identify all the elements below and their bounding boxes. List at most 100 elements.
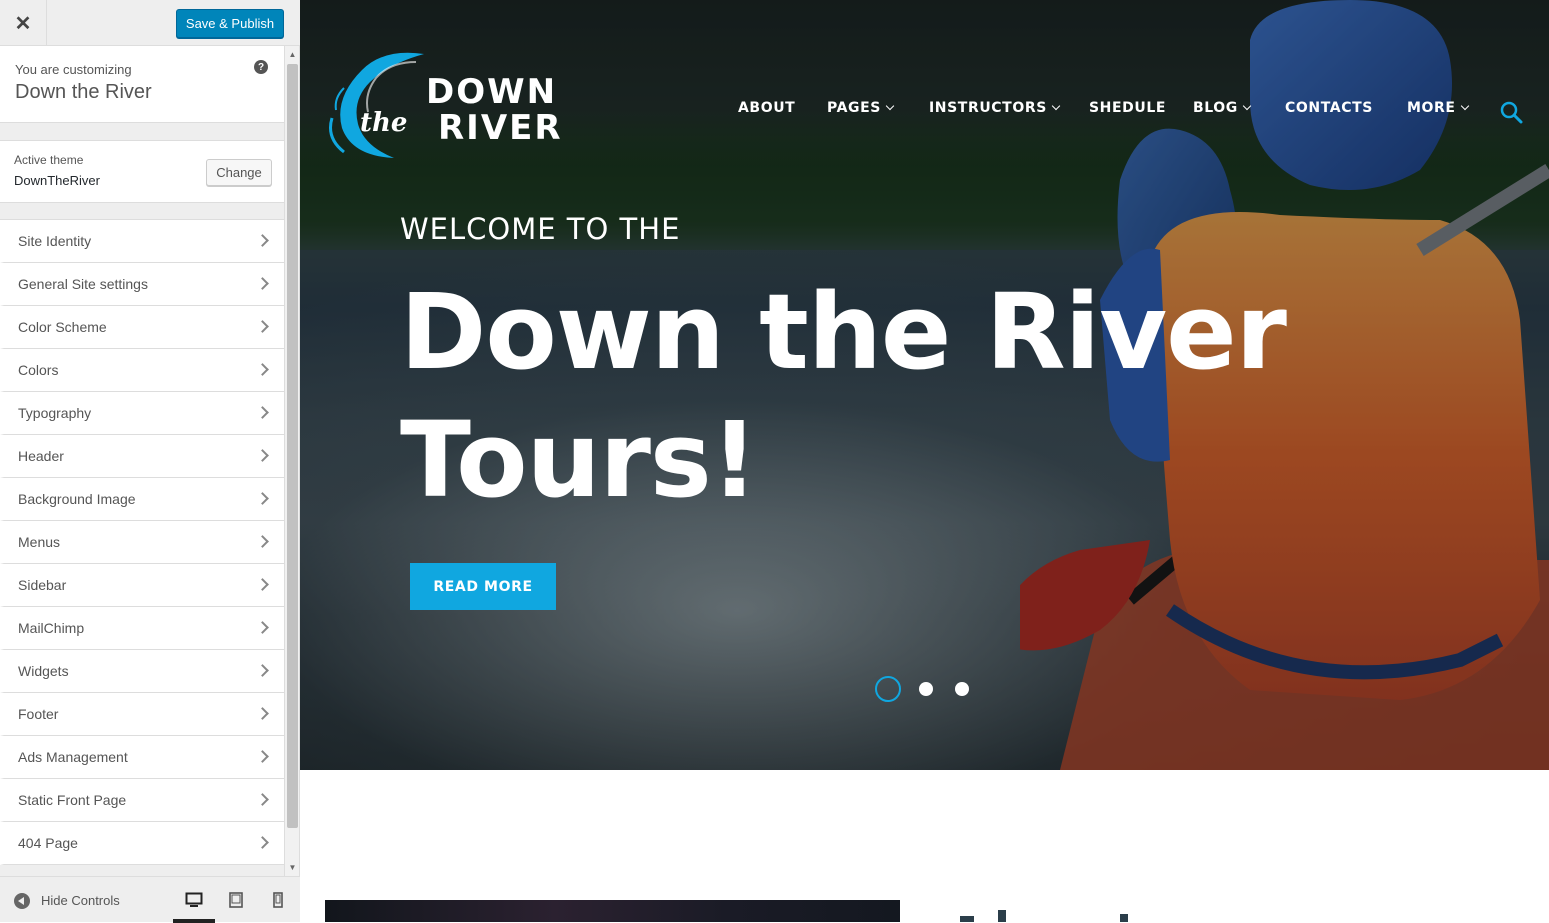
section-label: Widgets	[18, 663, 69, 679]
nav-label: MORE	[1407, 100, 1456, 116]
about-photo	[325, 900, 900, 922]
site-preview: DOWN the RIVER ABOUT PAGES INSTRUCTORS S…	[300, 0, 1549, 922]
nav-label: INSTRUCTORS	[929, 100, 1047, 116]
chevron-right-icon	[256, 750, 269, 763]
scroll-down-arrow-icon[interactable]: ▼	[285, 859, 300, 876]
hero-slider: DOWN the RIVER ABOUT PAGES INSTRUCTORS S…	[300, 0, 1549, 770]
section-sidebar[interactable]: Sidebar	[0, 564, 284, 607]
chevron-right-icon	[256, 277, 269, 290]
search-icon[interactable]	[1499, 100, 1523, 124]
slider-dot-3[interactable]	[955, 682, 969, 696]
hide-controls-button[interactable]: Hide Controls	[41, 893, 120, 908]
slider-dot-1[interactable]	[875, 676, 901, 702]
nav-label: BLOG	[1193, 100, 1238, 116]
nav-more[interactable]: MORE	[1407, 100, 1469, 116]
section-label: Color Scheme	[18, 319, 107, 335]
nav-instructors[interactable]: INSTRUCTORS	[929, 100, 1061, 116]
section-header[interactable]: Header	[0, 435, 284, 478]
section-label: Sidebar	[18, 577, 67, 593]
section-list: Site Identity General Site settings Colo…	[0, 219, 284, 865]
hero-title-line2: Tours!	[400, 399, 758, 521]
hero-title: Down the River Tours!	[400, 268, 1400, 524]
section-color-scheme[interactable]: Color Scheme	[0, 306, 284, 349]
section-label: MailChimp	[18, 620, 85, 636]
nav-label: ABOUT	[738, 100, 796, 116]
change-theme-button[interactable]: Change	[206, 159, 272, 186]
section-general-site-settings[interactable]: General Site settings	[0, 263, 284, 306]
mobile-icon[interactable]	[267, 889, 289, 911]
section-label: Menus	[18, 534, 61, 550]
nav-pages[interactable]: PAGES	[827, 100, 895, 116]
nav-label: PAGES	[827, 100, 881, 116]
chevron-right-icon	[256, 664, 269, 677]
customizer-header: ✕ Save & Publish	[0, 0, 300, 46]
nav-about[interactable]: ABOUT	[738, 100, 795, 116]
customizer-sidebar: ✕ Save & Publish You are customizing Dow…	[0, 0, 300, 923]
nav-label: SHEDULE	[1089, 100, 1167, 116]
section-label: Site Identity	[18, 233, 92, 249]
nav-label: CONTACTS	[1285, 100, 1373, 116]
nav-blog[interactable]: BLOG	[1193, 100, 1252, 116]
scroll-up-arrow-icon[interactable]: ▲	[285, 46, 300, 63]
section-colors[interactable]: Colors	[0, 349, 284, 392]
section-label: Static Front Page	[18, 792, 127, 808]
site-name: Down the River	[15, 81, 152, 103]
scrollbar-thumb[interactable]	[287, 64, 298, 828]
customizer-footer: Hide Controls	[0, 876, 300, 923]
hero-kicker: WELCOME TO THE	[400, 212, 681, 246]
chevron-right-icon	[256, 793, 269, 806]
panel-scrollbar[interactable]: ▲ ▼	[284, 46, 299, 876]
nav-shedule[interactable]: SHEDULE	[1089, 100, 1166, 116]
hero-title-line1: Down the River	[400, 271, 1287, 393]
chevron-down-icon	[885, 101, 895, 111]
customizer-panel: You are customizing Down the River ? Act…	[0, 46, 284, 876]
active-theme-section: Active theme DownTheRiver Change	[0, 140, 284, 203]
customizing-info: You are customizing Down the River ?	[0, 46, 284, 123]
chevron-right-icon	[256, 234, 269, 247]
section-ads-management[interactable]: Ads Management	[0, 736, 284, 779]
chevron-down-icon	[1051, 101, 1061, 111]
main-navigation: ABOUT PAGES INSTRUCTORS SHEDULE BLOG CON…	[300, 100, 1549, 120]
collapse-arrow-icon[interactable]	[14, 893, 30, 909]
about-heading-fragment	[960, 910, 1128, 922]
section-site-identity[interactable]: Site Identity	[0, 220, 284, 263]
chevron-right-icon	[256, 535, 269, 548]
section-background-image[interactable]: Background Image	[0, 478, 284, 521]
help-icon[interactable]: ?	[254, 60, 268, 74]
customizing-label: You are customizing	[15, 62, 132, 77]
chevron-right-icon	[256, 578, 269, 591]
chevron-right-icon	[256, 320, 269, 333]
section-label: Colors	[18, 362, 59, 378]
section-label: Ads Management	[18, 749, 128, 765]
section-label: Typography	[18, 405, 92, 421]
chevron-right-icon	[256, 836, 269, 849]
chevron-down-icon	[1242, 101, 1252, 111]
chevron-right-icon	[256, 492, 269, 505]
section-widgets[interactable]: Widgets	[0, 650, 284, 693]
chevron-right-icon	[256, 707, 269, 720]
section-menus[interactable]: Menus	[0, 521, 284, 564]
chevron-right-icon	[256, 363, 269, 376]
section-label: Footer	[18, 706, 59, 722]
section-static-front-page[interactable]: Static Front Page	[0, 779, 284, 822]
chevron-right-icon	[256, 621, 269, 634]
section-label: Header	[18, 448, 64, 464]
nav-contacts[interactable]: CONTACTS	[1285, 100, 1373, 116]
chevron-right-icon	[256, 406, 269, 419]
slider-dot-2[interactable]	[919, 682, 933, 696]
section-footer[interactable]: Footer	[0, 693, 284, 736]
chevron-right-icon	[256, 449, 269, 462]
section-label: General Site settings	[18, 276, 148, 292]
desktop-icon[interactable]	[183, 889, 205, 911]
section-typography[interactable]: Typography	[0, 392, 284, 435]
read-more-button[interactable]: READ MORE	[410, 563, 556, 610]
section-404-page[interactable]: 404 Page	[0, 822, 284, 865]
section-mailchimp[interactable]: MailChimp	[0, 607, 284, 650]
active-device-indicator	[173, 919, 215, 923]
tablet-icon[interactable]	[225, 889, 247, 911]
section-label: Background Image	[18, 491, 136, 507]
close-customizer-button[interactable]: ✕	[0, 0, 47, 46]
chevron-down-icon	[1460, 101, 1469, 111]
save-publish-button[interactable]: Save & Publish	[176, 9, 284, 38]
section-label: 404 Page	[18, 835, 78, 851]
